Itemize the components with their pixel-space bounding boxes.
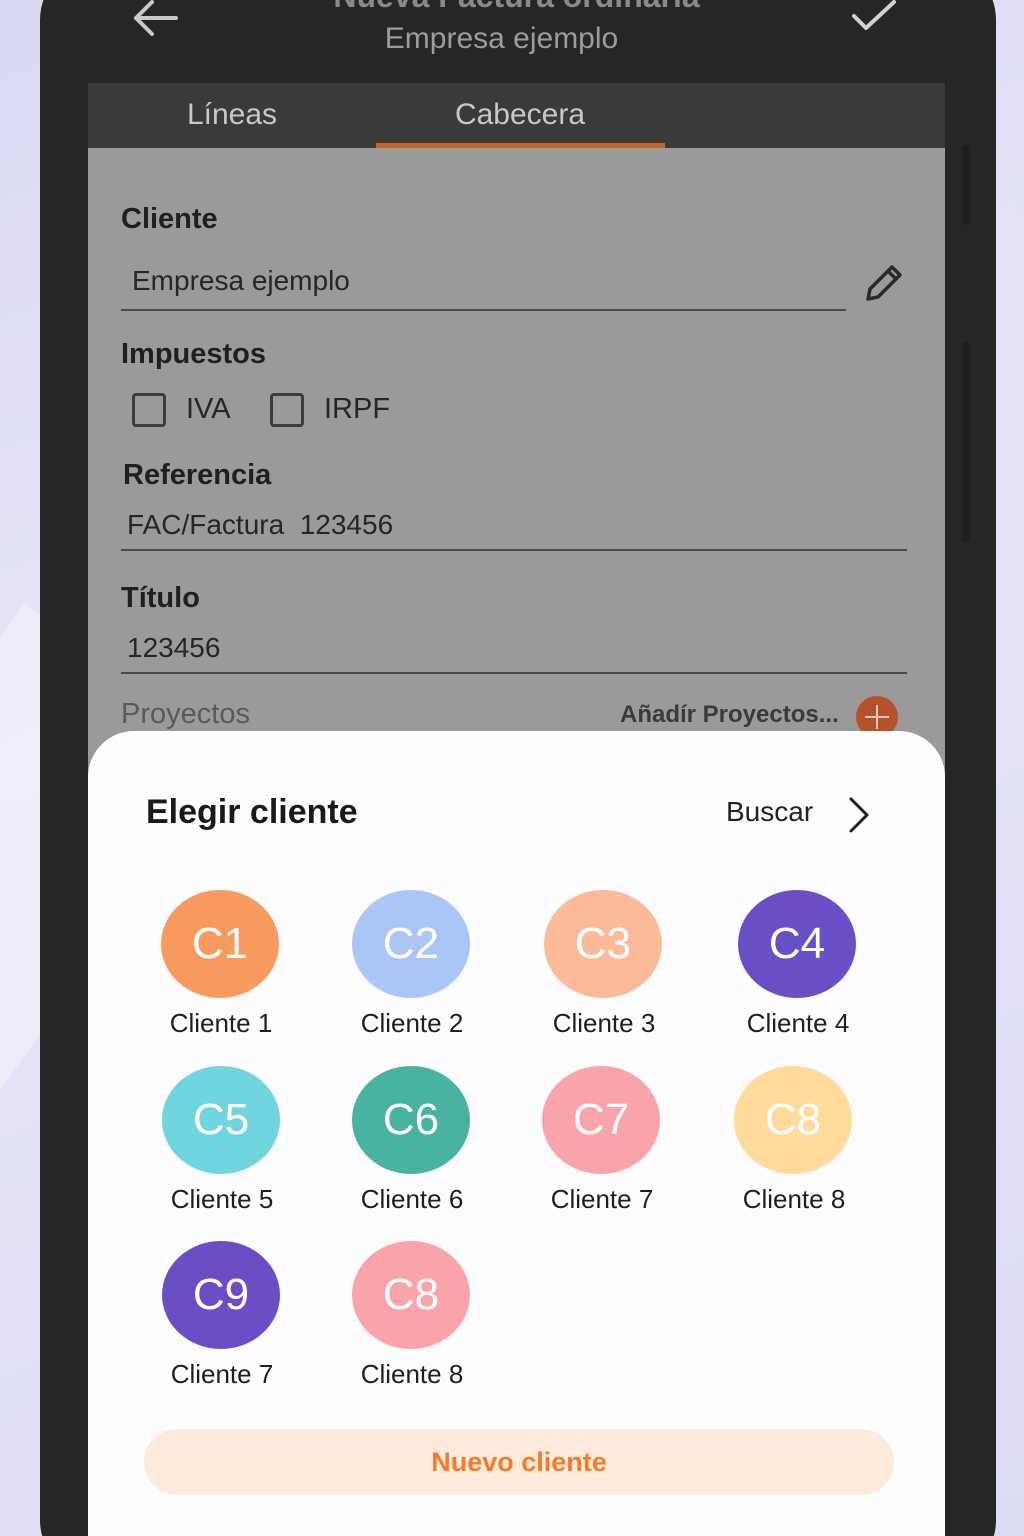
iva-label: IVA bbox=[186, 393, 231, 425]
client-name: Cliente 8 bbox=[742, 1184, 846, 1214]
taxes-label: Impuestos bbox=[121, 338, 267, 370]
client-avatar: C1 bbox=[161, 890, 279, 998]
tab-bar: Líneas Cabecera bbox=[88, 83, 945, 148]
client-avatar: C3 bbox=[544, 890, 662, 998]
client-item[interactable]: C9 Cliente 7 bbox=[142, 1241, 302, 1401]
client-item[interactable]: C4 Cliente 4 bbox=[718, 890, 878, 1050]
client-avatar: C9 bbox=[162, 1241, 280, 1349]
irpf-checkbox[interactable] bbox=[270, 393, 304, 427]
new-client-button[interactable]: Nuevo cliente bbox=[144, 1429, 894, 1495]
client-item[interactable]: C8 Cliente 8 bbox=[714, 1066, 874, 1226]
search-link[interactable]: Buscar bbox=[726, 796, 813, 828]
checkmark-icon[interactable] bbox=[850, 0, 898, 36]
page-subtitle: Empresa ejemplo bbox=[384, 22, 619, 55]
client-item[interactable]: C3 Cliente 3 bbox=[524, 890, 684, 1050]
tab-cabecera[interactable]: Cabecera bbox=[376, 83, 664, 148]
client-name: Cliente 4 bbox=[746, 1008, 850, 1038]
phone-side-button bbox=[962, 342, 970, 542]
irpf-label: IRPF bbox=[324, 393, 391, 425]
client-name: Cliente 6 bbox=[360, 1184, 464, 1214]
client-item[interactable]: C8 Cliente 8 bbox=[332, 1241, 492, 1401]
client-item[interactable]: C6 Cliente 6 bbox=[332, 1066, 492, 1226]
client-item[interactable]: C7 Cliente 7 bbox=[522, 1066, 682, 1226]
phone-side-button bbox=[962, 145, 970, 225]
client-field[interactable]: Empresa ejemplo bbox=[132, 265, 350, 297]
projects-label: Proyectos bbox=[121, 698, 250, 730]
client-name: Cliente 1 bbox=[169, 1008, 273, 1038]
title-label: Título bbox=[121, 582, 200, 614]
client-avatar: C8 bbox=[352, 1241, 470, 1349]
client-name: Cliente 8 bbox=[360, 1359, 464, 1389]
title-field[interactable]: 123456 bbox=[127, 632, 220, 664]
client-label: Cliente bbox=[121, 203, 218, 235]
reference-field-underline bbox=[121, 549, 907, 551]
client-avatar: C8 bbox=[734, 1066, 852, 1174]
client-item[interactable]: C1 Cliente 1 bbox=[141, 890, 301, 1050]
client-avatar: C5 bbox=[162, 1066, 280, 1174]
app-screen: Nueva Factura ordinaria Empresa ejemplo … bbox=[88, 0, 945, 1536]
client-name: Cliente 3 bbox=[552, 1008, 656, 1038]
client-field-underline bbox=[121, 309, 846, 311]
sheet-title: Elegir cliente bbox=[146, 793, 358, 831]
page-title: Nueva Factura ordinaria bbox=[88, 0, 945, 15]
client-name: Cliente 7 bbox=[170, 1359, 274, 1389]
client-avatar: C6 bbox=[352, 1066, 470, 1174]
chevron-right-icon[interactable] bbox=[846, 795, 872, 835]
reference-label: Referencia bbox=[123, 459, 272, 491]
client-name: Cliente 7 bbox=[550, 1184, 654, 1214]
client-avatar: C7 bbox=[542, 1066, 660, 1174]
add-projects-link[interactable]: Añadír Proyectos... bbox=[620, 701, 839, 729]
title-field-underline bbox=[121, 672, 907, 674]
iva-checkbox[interactable] bbox=[132, 393, 166, 427]
choose-client-sheet: Elegir cliente Buscar C1 Cliente 1 C2 Cl… bbox=[88, 731, 945, 1536]
tab-lineas[interactable]: Líneas bbox=[88, 83, 376, 148]
client-item[interactable]: C5 Cliente 5 bbox=[142, 1066, 302, 1226]
invoice-header-form: Cliente Empresa ejemplo Impuestos IVA IR… bbox=[88, 148, 945, 748]
client-name: Cliente 5 bbox=[170, 1184, 274, 1214]
client-name: Cliente 2 bbox=[360, 1008, 464, 1038]
app-header: Nueva Factura ordinaria Empresa ejemplo bbox=[88, 0, 945, 83]
client-avatar: C2 bbox=[352, 890, 470, 998]
client-item[interactable]: C2 Cliente 2 bbox=[332, 890, 492, 1050]
pencil-icon[interactable] bbox=[862, 261, 906, 305]
reference-field[interactable]: FAC/Factura 123456 bbox=[127, 509, 393, 541]
client-avatar: C4 bbox=[738, 890, 856, 998]
